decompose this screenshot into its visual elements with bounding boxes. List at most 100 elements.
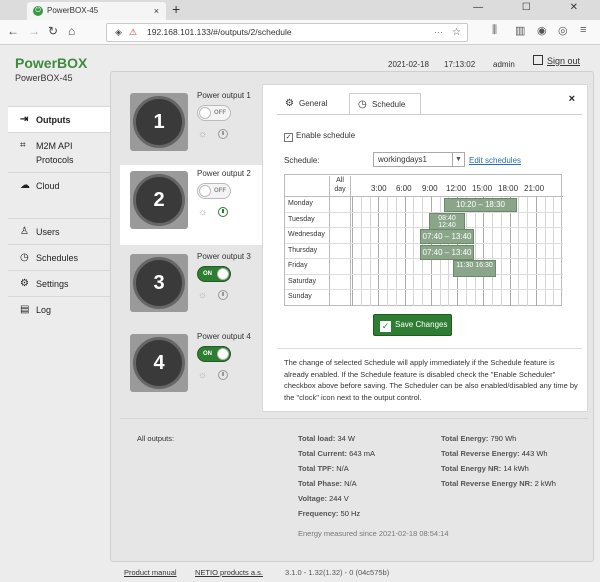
- tab-schedule[interactable]: ◷ Schedule: [349, 93, 421, 115]
- tab-general[interactable]: ⚙ General: [277, 93, 343, 115]
- menu-icon[interactable]: ≡: [580, 24, 586, 36]
- schedule-block[interactable]: 08:40 12:40: [429, 213, 465, 230]
- page-actions-icon[interactable]: ⋯: [434, 24, 443, 41]
- all-outputs-label: All outputs:: [137, 434, 175, 443]
- stat-label: Frequency:: [298, 509, 339, 518]
- enable-schedule-checkbox[interactable]: ✓ Enable schedule: [284, 131, 355, 142]
- edit-schedules-link[interactable]: Edit schedules: [469, 156, 521, 165]
- sign-out-label: Sign out: [547, 56, 581, 66]
- schedule-select[interactable]: workingdays1 ▼: [373, 152, 465, 167]
- bookmark-star-icon[interactable]: ☆: [452, 24, 461, 41]
- socket-icon[interactable]: 2: [130, 171, 188, 229]
- screenshot-icon[interactable]: ◉: [537, 24, 547, 37]
- brand-logo: PowerBOX: [15, 55, 88, 71]
- sun-icon: ☼: [198, 207, 208, 218]
- toggle-knob: [199, 185, 211, 197]
- schedule-note: The change of selected Schedule will app…: [284, 358, 578, 402]
- output-row-1: 1 Power output 1 OFF ☼: [120, 87, 262, 167]
- tab-title: PowerBOX-45: [47, 6, 99, 15]
- schedule-block[interactable]: 07:40 – 13:40: [420, 229, 474, 244]
- output-number: 4: [133, 337, 185, 389]
- sidebar-item-settings[interactable]: ⚙ Settings: [8, 270, 111, 296]
- extension-icon[interactable]: ◎: [558, 24, 568, 37]
- product-manual-link[interactable]: Product manual: [124, 568, 177, 577]
- sidebar-toggle-icon[interactable]: ▥: [515, 24, 525, 37]
- day-row[interactable]: Saturday: [285, 275, 563, 290]
- sidebar-item-label: M2M API Protocols: [36, 141, 74, 165]
- netio-products-link[interactable]: NETIO products a.s.: [195, 568, 263, 577]
- device-model: PowerBOX-45: [15, 73, 73, 83]
- sidebar-item-outputs[interactable]: ⇥ Outputs: [8, 106, 111, 132]
- schedule-block[interactable]: 11:30 16:30: [453, 260, 496, 277]
- toggle-knob: [217, 348, 229, 360]
- header-date: 2021-02-18: [388, 60, 429, 69]
- stat-value: 643 mA: [349, 449, 375, 458]
- output-toggle[interactable]: ON: [197, 266, 231, 282]
- sidebar-item-users[interactable]: ♙ Users: [8, 218, 111, 244]
- hour-label: 18:00: [498, 184, 519, 193]
- hour-label: 21:00: [524, 184, 545, 193]
- socket-icon[interactable]: 3: [130, 254, 188, 312]
- back-icon[interactable]: ←: [7, 24, 19, 38]
- new-tab-button[interactable]: +: [172, 1, 180, 17]
- day-label: Tuesday: [288, 215, 315, 223]
- toggle-state: ON: [203, 351, 212, 357]
- sidebar-item-label: Schedules: [36, 253, 79, 263]
- day-label: Monday: [288, 200, 313, 207]
- reload-icon[interactable]: ↻: [48, 24, 58, 38]
- sidebar-item-m2m[interactable]: ⌗ M2M API Protocols: [8, 132, 111, 172]
- power-favicon-icon: ⏻: [33, 6, 43, 16]
- window-controls[interactable]: — ☐ ✕: [473, 2, 596, 13]
- checkbox-label: Enable schedule: [296, 131, 356, 140]
- schedule-grid: All day 3:00 6:00 9:00 12:00 15:00 18:00…: [284, 174, 563, 306]
- browser-tab[interactable]: ⏻ PowerBOX-45 ×: [27, 2, 166, 20]
- scheduler-clock-icon[interactable]: [218, 129, 228, 139]
- total-current-stat: Total Current: 643 mA: [298, 449, 375, 458]
- day-label: Friday: [288, 262, 308, 269]
- output-toggle[interactable]: ON: [197, 346, 231, 362]
- total-energy-stat: Total Energy: 790 Wh: [441, 434, 516, 443]
- day-row[interactable]: Tuesday: [285, 213, 563, 228]
- forward-icon[interactable]: →: [28, 24, 40, 38]
- scheduler-clock-icon[interactable]: [218, 207, 228, 217]
- save-changes-button[interactable]: ✓ Save Changes: [373, 314, 452, 336]
- browser-navbar: ← → ↻ ⌂ ◈ ⚠ 192.168.101.133/#/outputs/2/…: [0, 20, 600, 45]
- day-row[interactable]: Sunday: [285, 290, 563, 306]
- tab-divider: [277, 114, 582, 115]
- clock-icon: ◷: [20, 252, 29, 263]
- socket-icon[interactable]: 1: [130, 93, 188, 151]
- schedule-block[interactable]: 07:40 – 13:40: [420, 245, 474, 260]
- stat-label: Total Energy:: [441, 434, 489, 443]
- output-toggle[interactable]: OFF: [197, 183, 231, 199]
- hour-label: 3:00: [371, 184, 387, 193]
- scheduler-clock-icon[interactable]: [218, 370, 228, 380]
- output-row-4: 4 Power output 4 ON ☼: [120, 328, 262, 408]
- total-load-stat: Total load: 34 W: [298, 434, 355, 443]
- stat-value: 790 Wh: [490, 434, 517, 443]
- user-icon: ♙: [20, 226, 29, 237]
- home-icon[interactable]: ⌂: [68, 24, 75, 38]
- output-toggle[interactable]: OFF: [197, 105, 231, 121]
- close-icon[interactable]: ×: [569, 93, 575, 105]
- day-row[interactable]: Monday: [285, 197, 563, 213]
- sidebar-item-schedules[interactable]: ◷ Schedules: [8, 244, 111, 270]
- day-row[interactable]: Friday: [285, 259, 563, 275]
- gear-icon: ⚙: [20, 278, 29, 289]
- toggle-knob: [199, 107, 211, 119]
- stat-label: Total TPF:: [298, 464, 335, 473]
- schedule-block[interactable]: 10:20 – 18:30: [444, 198, 517, 212]
- library-icon[interactable]: ⫼: [492, 24, 497, 37]
- sidebar-item-cloud[interactable]: ☁ Cloud: [8, 172, 111, 198]
- m2m-icon: ⌗: [20, 140, 26, 151]
- hour-label: 15:00: [472, 184, 493, 193]
- stat-label: Total load:: [298, 434, 336, 443]
- day-label: Thursday: [288, 246, 318, 254]
- output-name: Power output 2: [197, 169, 251, 178]
- tab-close-icon[interactable]: ×: [154, 2, 159, 20]
- scheduler-clock-icon[interactable]: [218, 290, 228, 300]
- socket-icon[interactable]: 4: [130, 334, 188, 392]
- sidebar-item-log[interactable]: ▤ Log: [8, 296, 111, 322]
- url-bar[interactable]: ◈ ⚠ 192.168.101.133/#/outputs/2/schedule…: [106, 23, 468, 42]
- sign-out-link[interactable]: Sign out: [533, 55, 580, 66]
- sidebar-item-label: Users: [36, 227, 60, 237]
